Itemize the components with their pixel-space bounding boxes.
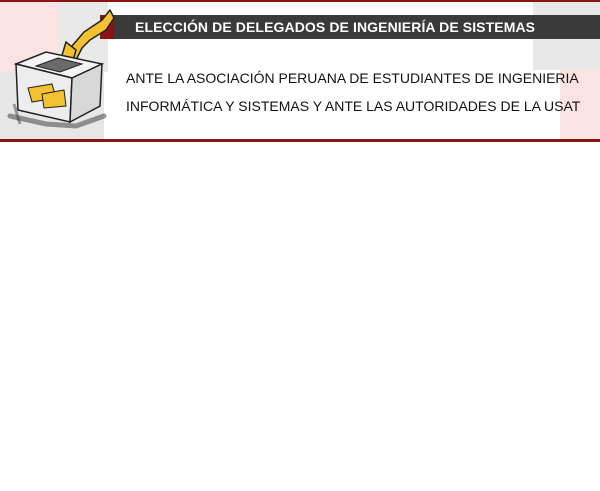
subtitle-line-1: ANTE LA ASOCIACIÓN PERUANA DE ESTUDIANTE…	[126, 70, 579, 86]
page-title: ELECCIÓN DE DELEGADOS DE INGENIERÍA DE S…	[100, 15, 600, 39]
subtitle-line-2: INFORMÁTICA Y SISTEMAS Y ANTE LAS AUTORI…	[126, 98, 581, 114]
page-header: ELECCIÓN DE DELEGADOS DE INGENIERÍA DE S…	[0, 0, 600, 142]
ballot-box-icon	[7, 9, 115, 129]
main-content	[0, 142, 600, 491]
